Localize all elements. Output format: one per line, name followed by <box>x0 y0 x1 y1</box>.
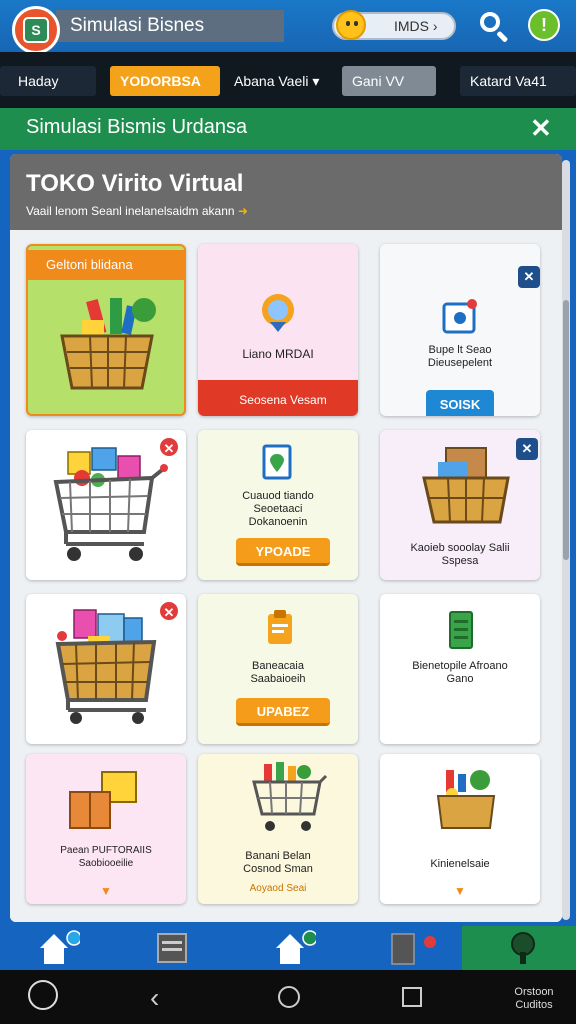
card-label: Kaoieb sooolay Salii Sspesa <box>410 542 510 567</box>
section-header: Simulasi Bismis Urdansa ✕ <box>0 108 576 150</box>
product-card-9[interactable]: Bienetopile Afroano Gano <box>380 594 540 744</box>
shopping-cart-icon <box>422 447 510 524</box>
card-button[interactable]: YPOADE <box>236 538 330 566</box>
status-pill[interactable]: IMDS › <box>332 10 456 40</box>
section-title: Simulasi Bismis Urdansa <box>26 116 248 138</box>
app-title: Simulasi Bisnes <box>56 10 284 42</box>
product-card-6[interactable]: ✕ Kaoieb sooolay Salii Sspesa <box>380 430 540 580</box>
product-grid: Geltoni blidana Liano MRDAI Seosena Vesa… <box>10 230 562 922</box>
product-card-12[interactable]: Kinienelsaie ▼ <box>380 754 540 904</box>
shopping-cart-icon <box>55 609 157 724</box>
nav-tab-4[interactable]: Gani VV <box>342 66 436 96</box>
tree-icon[interactable] <box>508 930 538 966</box>
recent-apps-icon[interactable] <box>402 987 422 1007</box>
produce-box-icon <box>436 770 496 829</box>
product-card-4[interactable]: ✕ <box>26 430 186 580</box>
home-button-icon[interactable] <box>278 986 300 1008</box>
status-text: IMDS › <box>394 18 438 34</box>
search-icon[interactable] <box>476 8 512 44</box>
shop-panel: TOKO Virito Virtual Vaail lenom Seanl in… <box>10 154 562 922</box>
panel-subheading-text: Vaail lenom Seanl inelanelsaidm akann <box>26 204 235 218</box>
document-icon[interactable] <box>156 932 188 964</box>
product-card-8[interactable]: Baneacaia Saabaioeih UPABEZ <box>198 594 358 744</box>
home-icon[interactable] <box>272 930 316 966</box>
card-label: Liano MRDAI <box>242 347 314 361</box>
card-button[interactable]: Seosena Vesam <box>198 380 358 416</box>
panel-subheading: Vaail lenom Seanl inelanelsaidm akann ➜ <box>26 204 248 218</box>
product-card-5[interactable]: Cuauod tiando Seoetaaci Dokanoenin YPOAD… <box>198 430 358 580</box>
product-card-3[interactable]: ✕ Bupe lt Seao Dieusepelent SOISK <box>380 244 540 416</box>
product-card-1[interactable]: Geltoni blidana <box>26 244 186 416</box>
card-label: Banani Belan Cosnod Sman <box>243 850 313 875</box>
product-card-2[interactable]: Liano MRDAI Seosena Vesam <box>198 244 358 416</box>
nav-tab-2[interactable]: YODORBSA <box>110 66 220 96</box>
card-button[interactable]: UPABEZ <box>236 698 330 726</box>
card-label: Bupe lt Seao Dieusepelent <box>427 344 493 369</box>
boxes-icon <box>69 771 137 829</box>
chevron-down-icon[interactable]: ▼ <box>454 884 466 898</box>
product-card-7[interactable]: ✕ <box>26 594 186 744</box>
building-icon[interactable] <box>388 930 438 966</box>
nav-tab-3[interactable]: Abana Vaeli ▾ <box>224 66 336 96</box>
arrow-icon: ➜ <box>237 204 248 218</box>
card-tag: Geltoni blidana <box>28 250 184 280</box>
close-icon[interactable]: ✕ <box>518 266 540 288</box>
shopping-cart-icon <box>252 762 328 831</box>
close-icon[interactable]: ✕ <box>516 438 538 460</box>
card-button[interactable]: SOISK <box>426 390 494 416</box>
home-icon[interactable] <box>36 930 80 966</box>
card-sublabel: Aoyaod Seai <box>249 883 307 894</box>
battery-icon <box>449 611 473 649</box>
settings-icon[interactable] <box>28 980 58 1010</box>
shopping-basket-icon <box>60 298 156 390</box>
nav-tab-5[interactable]: Katard Va41 <box>460 66 576 96</box>
card-label: Kinienelsaie <box>430 858 490 870</box>
shopping-cart-icon <box>53 447 168 561</box>
chevron-down-icon[interactable]: ▼ <box>100 884 112 898</box>
product-card-11[interactable]: Banani Belan Cosnod Sman Aoyaod Seai <box>198 754 358 904</box>
panel-heading: TOKO Virito Virtual <box>26 170 244 197</box>
card-label: Baneacaia Saabaioeih <box>250 660 306 685</box>
alert-icon[interactable]: ! <box>528 9 560 41</box>
badge-icon <box>262 294 294 332</box>
scrollbar-thumb[interactable] <box>563 300 569 560</box>
mascot-face-icon <box>336 10 366 40</box>
clipboard-icon <box>268 610 292 644</box>
panel-header: TOKO Virito Virtual Vaail lenom Seanl in… <box>10 154 562 230</box>
system-right-label[interactable]: Orstoon Cuditos <box>496 986 572 1012</box>
card-label: Paean PUFTORAIIS Saobiooeilie <box>60 845 152 869</box>
nav-tab-1[interactable]: Haday <box>0 66 96 96</box>
product-card-10[interactable]: Paean PUFTORAIIS Saobiooeilie ▼ <box>26 754 186 904</box>
card-label: Cuauod tiando Seoetaaci Dokanoenin <box>242 490 314 528</box>
location-tag-icon <box>262 444 292 480</box>
card-label: Bienetopile Afroano Gano <box>412 660 508 685</box>
back-icon[interactable]: ‹ <box>150 982 159 1014</box>
app-logo-icon[interactable]: S <box>12 6 60 54</box>
bottom-nav <box>0 926 576 970</box>
system-nav-bar: ‹ Orstoon Cuditos <box>0 970 576 1024</box>
close-icon[interactable]: ✕ <box>530 113 552 144</box>
document-icon <box>442 299 477 334</box>
